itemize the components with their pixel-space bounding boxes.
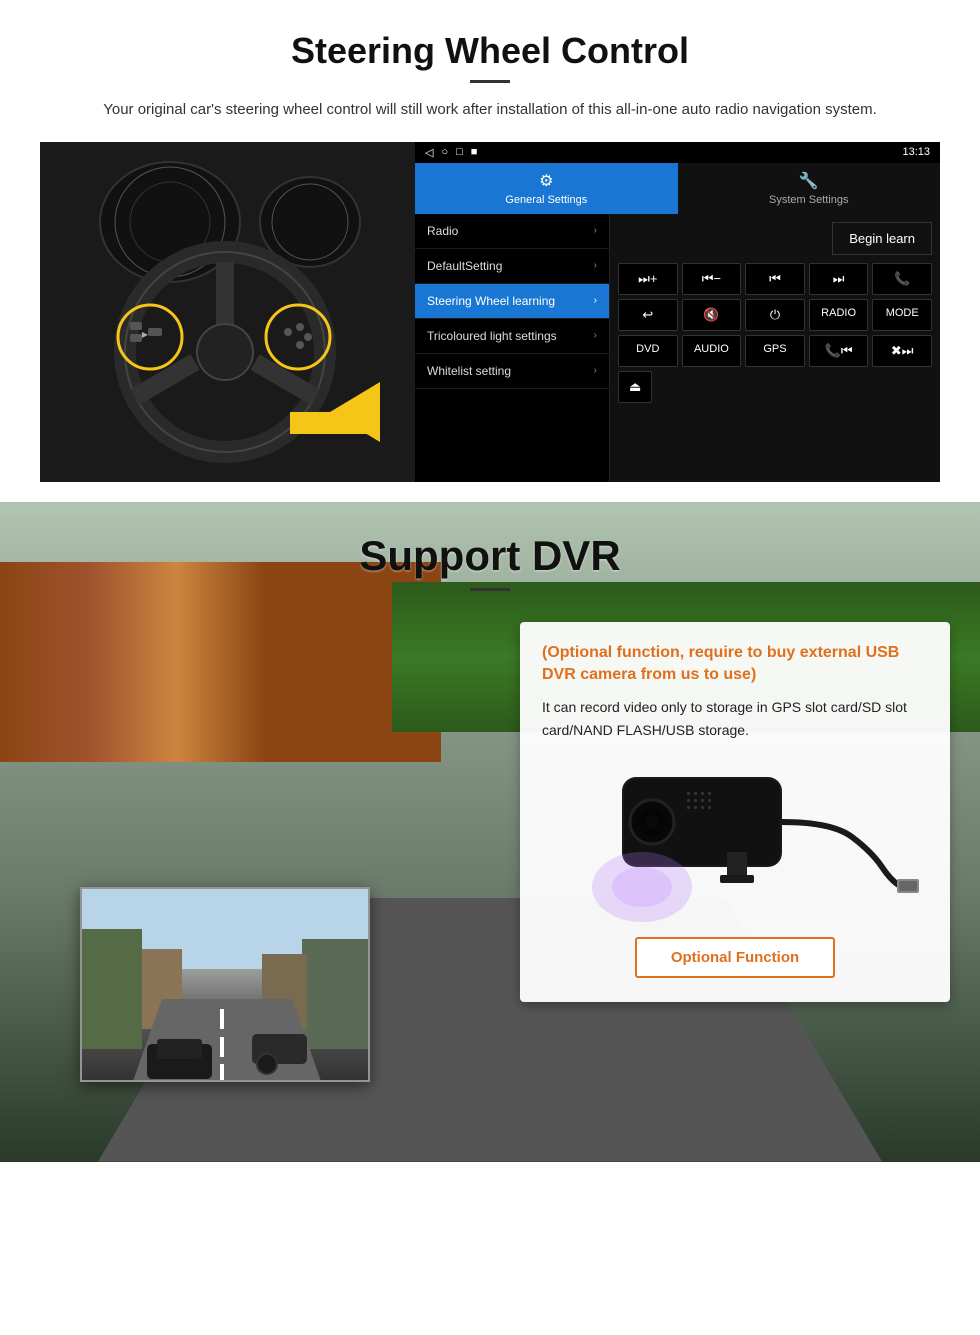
vol-down-icon: ⏮− — [702, 271, 721, 286]
begin-learn-button[interactable]: Begin learn — [832, 222, 932, 255]
section-description: Your original car's steering wheel contr… — [80, 99, 900, 122]
vol-up-icon: ⏭+ — [638, 271, 657, 286]
dvr-section-title: Support DVR — [0, 532, 980, 580]
ctrl-phone-prev[interactable]: 📞⏮ — [809, 335, 869, 367]
tab-system-label: System Settings — [769, 194, 848, 206]
phone-next-icon: ✖⏭ — [891, 343, 914, 358]
android-statusbar: ◁ ○ □ ■ 13:13 — [415, 142, 940, 163]
eject-icon: ⏏ — [629, 379, 641, 394]
ctrl-radio[interactable]: RADIO — [809, 299, 869, 331]
chevron-right-icon: › — [594, 365, 597, 376]
audio-label: AUDIO — [694, 343, 729, 355]
dvr-camera-svg — [542, 757, 922, 927]
dvr-divider — [470, 588, 510, 591]
section-dvr: Support DVR (Optional function, require … — [0, 502, 980, 1162]
ctrl-phone[interactable]: 📞 — [872, 263, 932, 295]
dvd-label: DVD — [636, 343, 659, 355]
phone-icon: 📞 — [894, 271, 910, 286]
dvr-card-text: It can record video only to storage in G… — [542, 696, 928, 741]
statusbar-time: 13:13 — [902, 146, 930, 158]
dvr-camera-illustration — [542, 757, 928, 927]
power-icon: ⏻ — [770, 307, 780, 322]
menu-item-steering-wheel[interactable]: Steering Wheel learning › — [415, 284, 609, 319]
chevron-right-icon: › — [594, 295, 597, 306]
ctrl-next[interactable]: ⏭ — [809, 263, 869, 295]
ctrl-mode[interactable]: MODE — [872, 299, 932, 331]
menu-radio-label: Radio — [427, 224, 458, 238]
dvr-background: Support DVR (Optional function, require … — [0, 502, 980, 1162]
chevron-right-icon: › — [594, 225, 597, 236]
title-divider — [470, 80, 510, 83]
begin-learn-row: Begin learn — [618, 222, 932, 255]
menu-item-radio[interactable]: Radio › — [415, 214, 609, 249]
back-icon: ◁ — [425, 146, 433, 159]
steering-wheel-svg: ▶ — [40, 142, 415, 482]
tab-general-label: General Settings — [505, 194, 587, 206]
tab-system-settings[interactable]: 🔧 System Settings — [678, 163, 941, 214]
mute-icon: 🔇 — [703, 307, 719, 322]
android-panel: ◁ ○ □ ■ 13:13 ⚙ General Settings 🔧 Syste… — [415, 142, 940, 482]
android-content-area: Radio › DefaultSetting › Steering Wheel … — [415, 214, 940, 482]
control-row-3: DVD AUDIO GPS 📞⏮ ✖⏭ — [618, 335, 932, 367]
dvr-card-title: (Optional function, require to buy exter… — [542, 642, 928, 687]
phone-prev-icon: 📞⏮ — [825, 343, 853, 358]
menu-item-tricoloured[interactable]: Tricoloured light settings › — [415, 319, 609, 354]
hangup-icon: ↩ — [642, 307, 653, 322]
steering-wheel-photo: ▶ — [40, 142, 415, 482]
chevron-right-icon: › — [594, 330, 597, 341]
menu-tricoloured-label: Tricoloured light settings — [427, 329, 557, 343]
recents-icon: □ — [456, 146, 463, 159]
ctrl-audio[interactable]: AUDIO — [682, 335, 742, 367]
optional-function-button[interactable]: Optional Function — [635, 937, 835, 978]
dvr-preview-scene — [82, 889, 368, 1080]
steering-controls-panel: Begin learn ⏭+ ⏮− ⏮ ⏭ 📞 ↩ 🔇 ⏻ — [610, 214, 940, 482]
dvr-preview-window — [80, 887, 370, 1082]
ctrl-vol-up[interactable]: ⏭+ — [618, 263, 678, 295]
home-icon: ○ — [441, 146, 448, 159]
dvr-preview-svg — [82, 889, 370, 1082]
chevron-right-icon: › — [594, 260, 597, 271]
gear-icon: ⚙ — [539, 171, 553, 191]
ctrl-power[interactable]: ⏻ — [745, 299, 805, 331]
dvr-title-area: Support DVR — [0, 532, 980, 591]
tab-general-settings[interactable]: ⚙ General Settings — [415, 163, 678, 214]
wrench-icon: 🔧 — [799, 171, 819, 191]
ctrl-phone-next[interactable]: ✖⏭ — [872, 335, 932, 367]
menu-item-default-setting[interactable]: DefaultSetting › — [415, 249, 609, 284]
next-icon: ⏭ — [833, 271, 845, 286]
menu-item-whitelist[interactable]: Whitelist setting › — [415, 354, 609, 389]
prev-icon: ⏮ — [769, 271, 781, 286]
steering-ui-container: ▶ ◁ ○ □ — [40, 142, 940, 482]
radio-label: RADIO — [821, 307, 856, 319]
gps-label: GPS — [763, 343, 786, 355]
control-row-2: ↩ 🔇 ⏻ RADIO MODE — [618, 299, 932, 331]
control-row-1: ⏭+ ⏮− ⏮ ⏭ 📞 — [618, 263, 932, 295]
settings-menu: Radio › DefaultSetting › Steering Wheel … — [415, 214, 610, 482]
statusbar-nav-icons: ◁ ○ □ ■ — [425, 146, 477, 159]
dvr-buildings — [0, 562, 441, 762]
menu-default-label: DefaultSetting — [427, 259, 502, 273]
ctrl-mute[interactable]: 🔇 — [682, 299, 742, 331]
ctrl-gps[interactable]: GPS — [745, 335, 805, 367]
ctrl-vol-down[interactable]: ⏮− — [682, 263, 742, 295]
page-title: Steering Wheel Control — [40, 30, 940, 72]
ctrl-prev[interactable]: ⏮ — [745, 263, 805, 295]
control-row-4: ⏏ — [618, 371, 932, 403]
dvr-info-card: (Optional function, require to buy exter… — [520, 622, 950, 1003]
menu-icon: ■ — [471, 146, 478, 159]
svg-text:▶: ▶ — [142, 330, 149, 339]
ctrl-hangup[interactable]: ↩ — [618, 299, 678, 331]
section-steering: Steering Wheel Control Your original car… — [0, 0, 980, 502]
ctrl-dvd[interactable]: DVD — [618, 335, 678, 367]
android-settings-tabs: ⚙ General Settings 🔧 System Settings — [415, 163, 940, 214]
ctrl-eject[interactable]: ⏏ — [618, 371, 652, 403]
mode-label: MODE — [886, 307, 919, 319]
menu-steering-label: Steering Wheel learning — [427, 294, 555, 308]
menu-whitelist-label: Whitelist setting — [427, 364, 511, 378]
